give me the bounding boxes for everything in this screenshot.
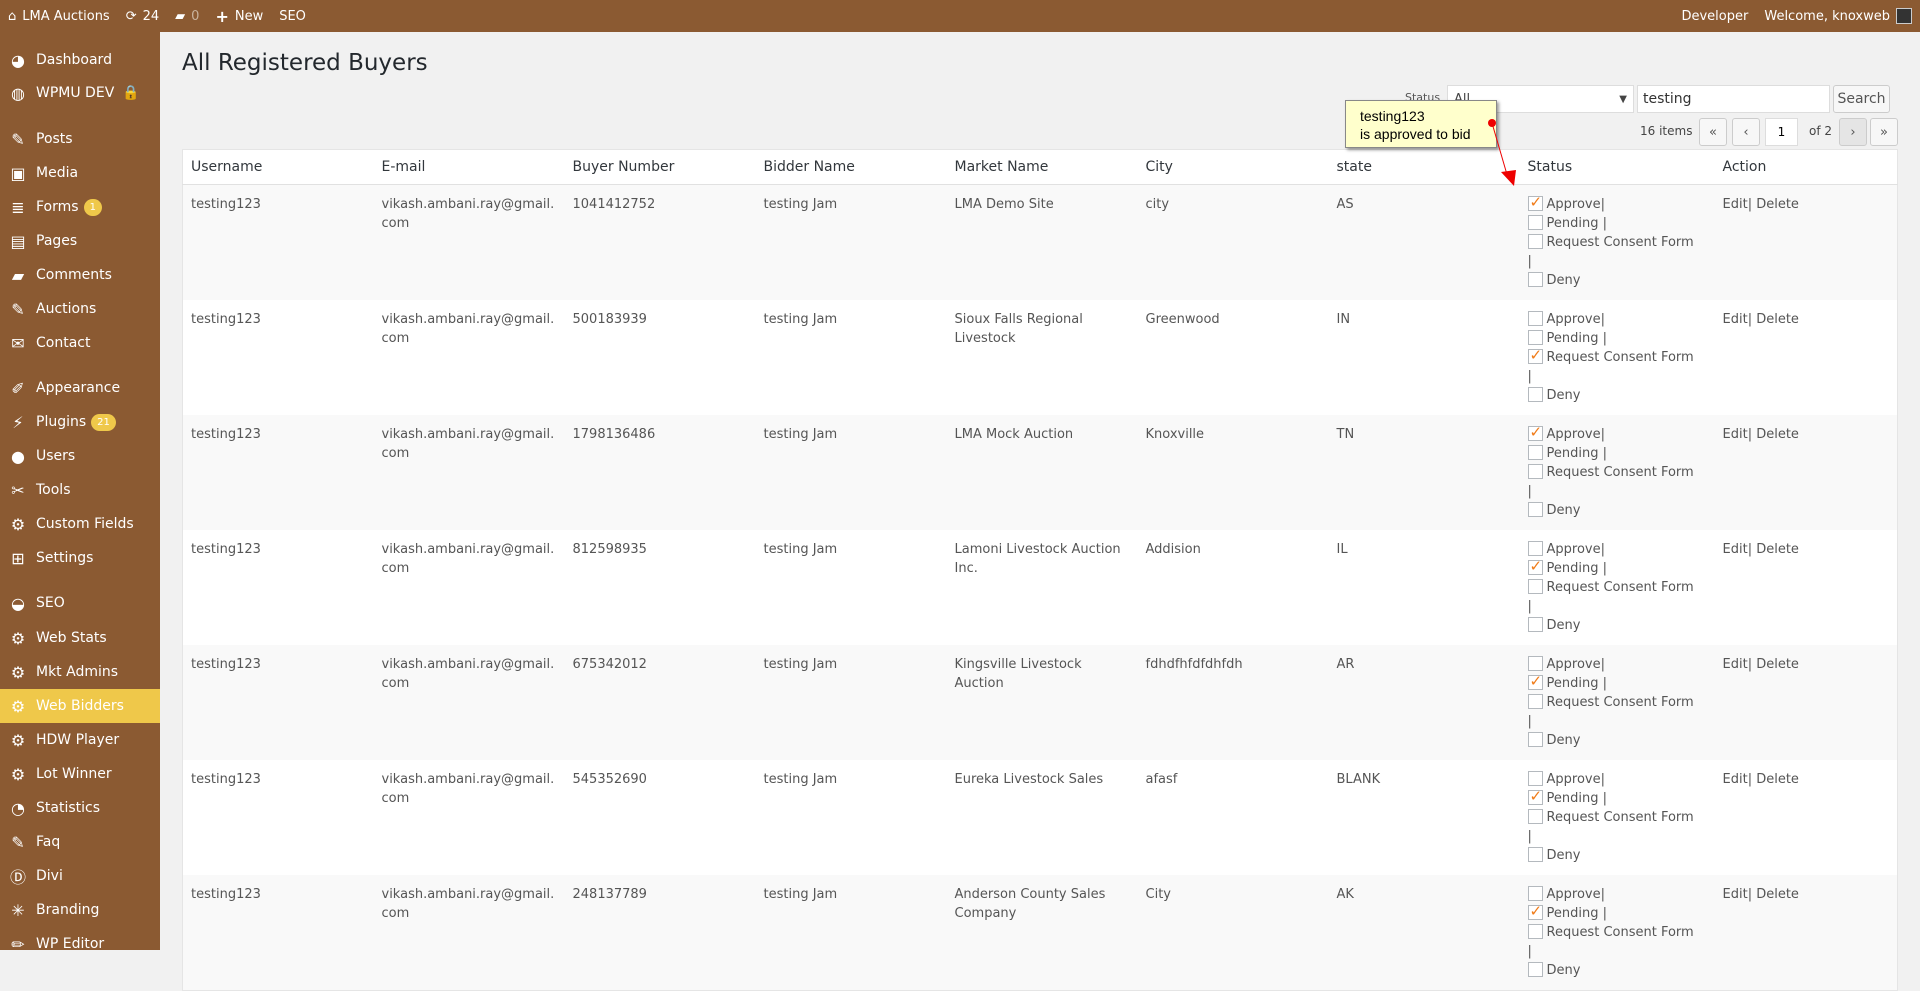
annotation-arrow xyxy=(1488,119,1516,186)
deny-checkbox[interactable] xyxy=(1527,962,1543,977)
